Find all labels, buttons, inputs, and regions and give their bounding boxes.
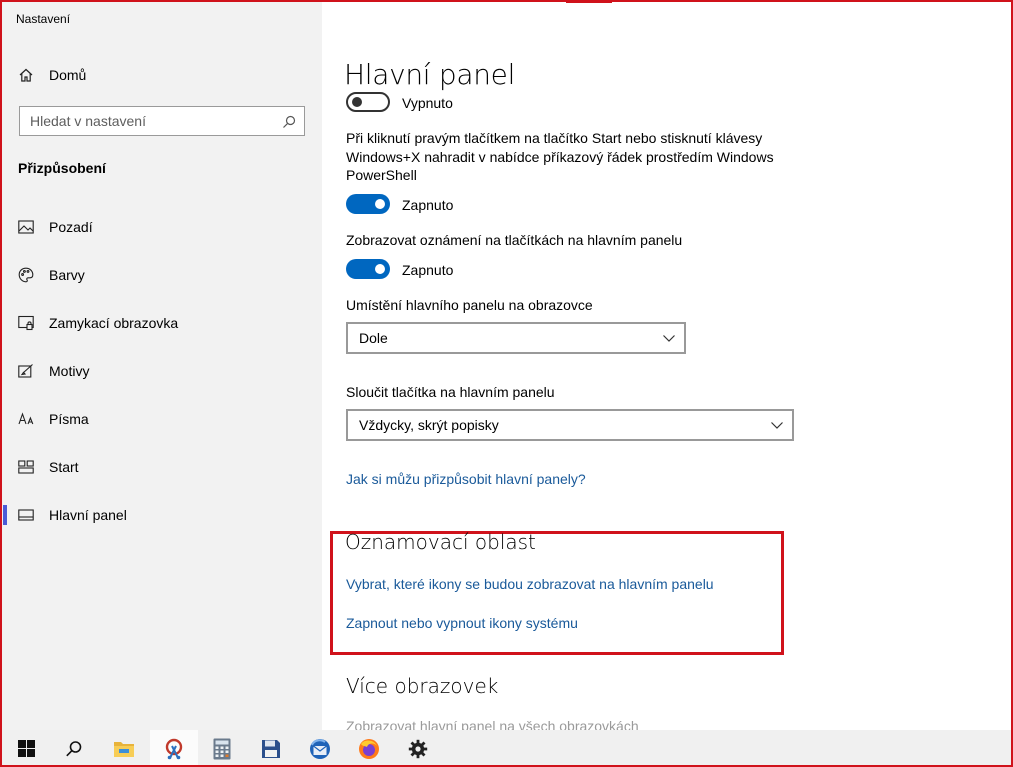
- sidebar-item-barvy[interactable]: Barvy: [0, 255, 322, 295]
- sidebar-item-label: Start: [49, 459, 79, 475]
- section-title: Přizpůsobení: [18, 160, 106, 176]
- thunderbird-icon: [310, 738, 330, 759]
- page-title: Hlavní panel: [344, 58, 516, 91]
- snipping-tool-icon: [165, 738, 183, 759]
- start-icon: [18, 459, 34, 475]
- taskbar-file-explorer[interactable]: [100, 730, 148, 767]
- taskbar-firefox[interactable]: [345, 730, 393, 767]
- taskbar-snipping-tool[interactable]: [150, 730, 198, 767]
- badges-toggle[interactable]: [346, 259, 390, 279]
- multiple-displays-heading: Více obrazovek: [346, 674, 499, 698]
- sidebar-item-pisma[interactable]: Písma: [0, 399, 322, 439]
- search-input[interactable]: [20, 113, 280, 129]
- fonts-icon: [18, 411, 34, 427]
- sidebar-item-label: Pozadí: [49, 219, 93, 235]
- sidebar-item-label: Zamykací obrazovka: [49, 315, 179, 331]
- search-icon: [66, 740, 82, 756]
- combine-buttons-dropdown[interactable]: Vždycky, skrýt popisky: [346, 409, 794, 441]
- setting-label: Umístění hlavního panelu na obrazovce: [346, 297, 593, 313]
- taskbar-position-dropdown[interactable]: Dole: [346, 322, 686, 354]
- file-explorer-icon: [114, 741, 134, 757]
- setting-label: Zobrazovat oznámení na tlačítkách na hla…: [346, 232, 683, 248]
- toggle-switch-off[interactable]: [346, 92, 390, 112]
- sidebar-item-motivy[interactable]: Motivy: [0, 351, 322, 391]
- sidebar-item-start[interactable]: Start: [0, 447, 322, 487]
- setting-description-line: Windows+X nahradit v nabídce příkazový ř…: [346, 148, 774, 165]
- top-accent-bar: [566, 0, 612, 3]
- home-icon: [19, 68, 33, 82]
- select-icons-link[interactable]: Vybrat, které ikony se budou zobrazovat …: [346, 576, 714, 592]
- taskbar-save-app[interactable]: [247, 730, 295, 767]
- sidebar-item-pozadi[interactable]: Pozadí: [0, 207, 322, 247]
- taskbar-icon: [18, 507, 34, 523]
- firefox-icon: [359, 738, 379, 759]
- picture-icon: [18, 219, 34, 235]
- save-icon: [262, 739, 280, 758]
- windows-start-icon: [17, 740, 35, 757]
- search-icon[interactable]: [282, 115, 296, 129]
- home-label: Domů: [49, 67, 87, 83]
- setting-description: Při kliknutí pravým tlačítkem na tlačítk…: [346, 129, 774, 185]
- setting-label: Sloučit tlačítka na hlavním panelu: [346, 384, 555, 400]
- sidebar-item-label: Barvy: [49, 267, 85, 283]
- calculator-icon: [213, 738, 231, 759]
- dropdown-value: Dole: [359, 330, 388, 346]
- taskbar-thunderbird[interactable]: [296, 730, 344, 767]
- chevron-down-icon: [663, 335, 675, 342]
- setting-description-line: Při kliknutí pravým tlačítkem na tlačítk…: [346, 130, 763, 146]
- taskbar: [0, 730, 1013, 767]
- toggle-state-label: Zapnuto: [402, 197, 454, 213]
- taskbar-settings[interactable]: [394, 730, 442, 767]
- sidebar-item-label: Hlavní panel: [49, 507, 127, 523]
- lock-screen-icon: [18, 315, 34, 331]
- themes-icon: [18, 363, 34, 379]
- setting-description-line: PowerShell: [346, 167, 417, 183]
- settings-gear-icon: [408, 739, 428, 758]
- toggle-state-label: Vypnuto: [402, 95, 453, 111]
- sidebar: Nastavení Domů Přizpůsobení Pozadí Barvy…: [0, 0, 322, 730]
- taskbar-calculator[interactable]: [198, 730, 246, 767]
- sidebar-item-label: Písma: [49, 411, 89, 427]
- notification-area-heading: Oznamovací oblast: [345, 530, 536, 554]
- help-link[interactable]: Jak si můžu přizpůsobit hlavní panely?: [346, 471, 586, 487]
- window-title: Nastavení: [16, 12, 71, 26]
- powershell-toggle[interactable]: [346, 194, 390, 214]
- system-icons-link[interactable]: Zapnout nebo vypnout ikony systému: [346, 615, 578, 631]
- sidebar-item-label: Motivy: [49, 363, 90, 379]
- sidebar-item-hlavni-panel[interactable]: Hlavní panel: [0, 495, 322, 535]
- chevron-down-icon: [771, 422, 783, 429]
- toggle-state-label: Zapnuto: [402, 262, 454, 278]
- palette-icon: [18, 267, 34, 283]
- sidebar-item-zamykaci-obrazovka[interactable]: Zamykací obrazovka: [0, 303, 322, 343]
- home-link[interactable]: Domů: [18, 64, 86, 86]
- taskbar-start-button[interactable]: [2, 730, 50, 767]
- settings-search-box[interactable]: [19, 106, 305, 136]
- taskbar-search-button[interactable]: [50, 730, 98, 767]
- dropdown-value: Vždycky, skrýt popisky: [359, 417, 499, 433]
